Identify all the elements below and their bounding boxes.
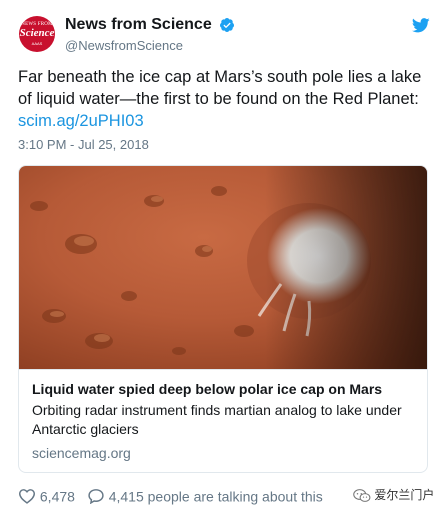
like-button[interactable]: 6,478 (18, 487, 75, 504)
tweet-header: NEWS FROM Science AAAS News from Science… (18, 14, 430, 58)
reply-conversation-button[interactable]: 4,415 people are talking about this (87, 487, 323, 505)
talking-count: 4,415 people are talking about this (108, 487, 323, 504)
card-domain: sciencemag.org (32, 445, 131, 461)
tweet-actions: 6,478 4,415 people are talking about thi… (18, 486, 323, 506)
tweet-link[interactable]: scim.ag/2uPHI03 (18, 112, 144, 130)
wechat-icon (353, 488, 371, 502)
verified-badge-icon (220, 18, 235, 32)
link-card[interactable]: Liquid water spied deep below polar ice … (18, 165, 428, 473)
timestamp[interactable]: 3:10 PM - Jul 25, 2018 (18, 137, 149, 152)
display-name[interactable]: News from Science (65, 16, 212, 34)
embedded-tweet: NEWS FROM Science AAAS News from Science… (0, 0, 443, 514)
tweet-body: Far beneath the ice cap at Mars’s south … (18, 68, 422, 108)
author-names: News from Science @NewsfromScience (65, 16, 235, 53)
heart-icon (18, 489, 36, 504)
speech-bubble-icon (88, 489, 104, 505)
twitter-bird-icon[interactable] (412, 18, 430, 33)
avatar-sub-text: AAAS (31, 41, 43, 46)
handle[interactable]: @NewsfromScience (65, 38, 235, 53)
card-description: Orbiting radar instrument finds martian … (32, 402, 402, 437)
tweet-text: Far beneath the ice cap at Mars’s south … (18, 66, 430, 132)
card-title[interactable]: Liquid water spied deep below polar ice … (32, 380, 416, 398)
avatar[interactable]: NEWS FROM Science AAAS (19, 16, 55, 52)
watermark-text: 爱尔兰门户 (374, 488, 435, 502)
avatar-main-text: Science (19, 27, 55, 39)
mars-south-pole-image (19, 166, 427, 369)
wechat-watermark: 爱尔兰门户 (353, 486, 434, 504)
card-body: Liquid water spied deep below polar ice … (19, 369, 427, 472)
like-count: 6,478 (39, 487, 75, 504)
